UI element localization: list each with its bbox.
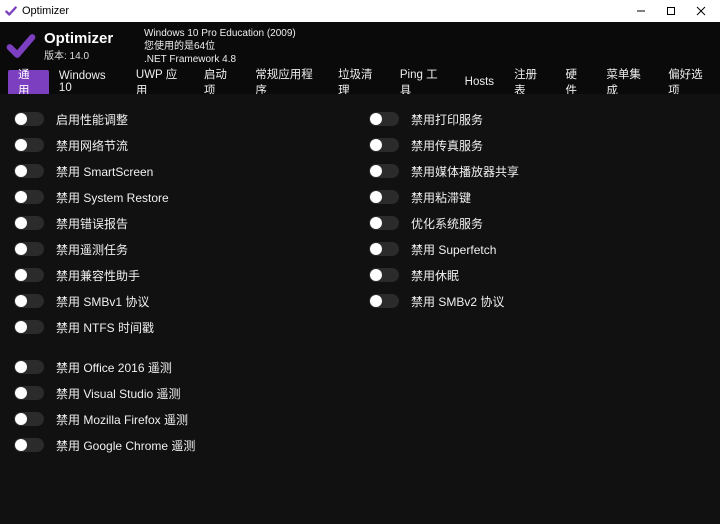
tab-6[interactable]: Ping 工具: [390, 70, 455, 94]
col2-label-2: 禁用媒体播放器共享: [411, 163, 519, 180]
col2-label-7: 禁用 SMBv2 协议: [411, 293, 504, 310]
col1-row-6: 禁用兼容性助手: [10, 262, 355, 288]
col2-row-7: 禁用 SMBv2 协议: [365, 288, 710, 314]
col1b-row-2: 禁用 Mozilla Firefox 遥测: [10, 406, 355, 432]
col1-toggle-8[interactable]: [14, 320, 44, 334]
col2-row-0: 禁用打印服务: [365, 106, 710, 132]
col1-toggle-4[interactable]: [14, 216, 44, 230]
col1-label-8: 禁用 NTFS 时间戳: [56, 319, 154, 336]
tabs: 通用Windows 10UWP 应用启动项常规应用程序垃圾清理Ping 工具Ho…: [0, 70, 720, 94]
col1-toggle-3[interactable]: [14, 190, 44, 204]
tab-1[interactable]: Windows 10: [49, 70, 126, 94]
col2-toggle-5[interactable]: [369, 242, 399, 256]
col1-toggle-6[interactable]: [14, 268, 44, 282]
col1b-row-0: 禁用 Office 2016 遥测: [10, 354, 355, 380]
col1-label-2: 禁用 SmartScreen: [56, 163, 153, 180]
minimize-button[interactable]: [626, 1, 656, 21]
col1-toggle-5[interactable]: [14, 242, 44, 256]
tab-9[interactable]: 硬件: [555, 70, 596, 94]
col2-toggle-2[interactable]: [369, 164, 399, 178]
col1-spacer: [10, 340, 355, 354]
window-title: Optimizer: [22, 5, 69, 17]
col1b-toggle-1[interactable]: [14, 386, 44, 400]
col1-toggle-1[interactable]: [14, 138, 44, 152]
tab-5[interactable]: 垃圾清理: [328, 70, 390, 94]
tab-7[interactable]: Hosts: [455, 70, 504, 94]
logo-check-icon: [6, 31, 36, 61]
col1-row-1: 禁用网络节流: [10, 132, 355, 158]
col1-toggle-0[interactable]: [14, 112, 44, 126]
col1b-label-1: 禁用 Visual Studio 遥测: [56, 385, 181, 402]
app-icon: [4, 4, 18, 18]
col1-label-5: 禁用遥测任务: [56, 241, 128, 258]
col1-label-1: 禁用网络节流: [56, 137, 128, 154]
col2-label-5: 禁用 Superfetch: [411, 241, 496, 258]
arch-line: 您使用的是64位: [144, 40, 296, 53]
col2-toggle-7[interactable]: [369, 294, 399, 308]
tab-2[interactable]: UWP 应用: [126, 70, 194, 94]
col1-row-0: 启用性能调整: [10, 106, 355, 132]
col1b-label-0: 禁用 Office 2016 遥测: [56, 359, 172, 376]
col2-label-3: 禁用粘滞键: [411, 189, 471, 206]
col2-row-2: 禁用媒体播放器共享: [365, 158, 710, 184]
system-info: Windows 10 Pro Education (2009) 您使用的是64位…: [144, 27, 296, 66]
col1b-row-1: 禁用 Visual Studio 遥测: [10, 380, 355, 406]
col1b-toggle-2[interactable]: [14, 412, 44, 426]
dotnet-line: .NET Framework 4.8: [144, 53, 296, 66]
content: 启用性能调整禁用网络节流禁用 SmartScreen 禁用 System Rest…: [0, 94, 720, 524]
tab-0[interactable]: 通用: [8, 70, 49, 94]
col2-row-4: 优化系统服务: [365, 210, 710, 236]
titlebar: Optimizer: [0, 0, 720, 22]
col2-toggle-3[interactable]: [369, 190, 399, 204]
col2-toggle-4[interactable]: [369, 216, 399, 230]
col2-label-6: 禁用休眠: [411, 267, 459, 284]
app-title-block: Optimizer 版本: 14.0: [44, 30, 113, 62]
col1-label-4: 禁用错误报告: [56, 215, 128, 232]
tab-10[interactable]: 菜单集成: [596, 70, 658, 94]
col2-row-5: 禁用 Superfetch: [365, 236, 710, 262]
col1b-label-2: 禁用 Mozilla Firefox 遥测: [56, 411, 188, 428]
tab-8[interactable]: 注册表: [504, 70, 555, 94]
col1-row-4: 禁用错误报告: [10, 210, 355, 236]
options-col-right: 禁用打印服务禁用传真服务禁用媒体播放器共享禁用粘滞键优化系统服务禁用 Super…: [365, 106, 710, 512]
col1-toggle-2[interactable]: [14, 164, 44, 178]
col2-label-4: 优化系统服务: [411, 215, 483, 232]
maximize-button[interactable]: [656, 1, 686, 21]
col2-label-1: 禁用传真服务: [411, 137, 483, 154]
col1-row-3: 禁用 System Restore: [10, 184, 355, 210]
col2-label-0: 禁用打印服务: [411, 111, 483, 128]
col2-row-3: 禁用粘滞键: [365, 184, 710, 210]
col1-label-7: 禁用 SMBv1 协议: [56, 293, 149, 310]
col1b-row-3: 禁用 Google Chrome 遥测: [10, 432, 355, 458]
col2-toggle-1[interactable]: [369, 138, 399, 152]
col1-label-0: 启用性能调整: [56, 111, 128, 128]
tab-4[interactable]: 常规应用程序: [245, 70, 328, 94]
tab-11[interactable]: 偏好选项: [658, 70, 720, 94]
col1b-toggle-0[interactable]: [14, 360, 44, 374]
tab-3[interactable]: 启动项: [194, 70, 245, 94]
col1-row-8: 禁用 NTFS 时间戳: [10, 314, 355, 340]
col1-toggle-7[interactable]: [14, 294, 44, 308]
header: Optimizer 版本: 14.0 Windows 10 Pro Educat…: [0, 22, 720, 70]
close-button[interactable]: [686, 1, 716, 21]
col1-row-7: 禁用 SMBv1 协议: [10, 288, 355, 314]
options-col-left: 启用性能调整禁用网络节流禁用 SmartScreen 禁用 System Rest…: [10, 106, 355, 512]
col1-row-5: 禁用遥测任务: [10, 236, 355, 262]
col2-row-1: 禁用传真服务: [365, 132, 710, 158]
col2-toggle-0[interactable]: [369, 112, 399, 126]
os-line: Windows 10 Pro Education (2009): [144, 27, 296, 40]
col2-row-6: 禁用休眠: [365, 262, 710, 288]
col1-label-6: 禁用兼容性助手: [56, 267, 140, 284]
col1-label-3: 禁用 System Restore: [56, 189, 169, 206]
logo-block: Optimizer 版本: 14.0: [6, 30, 136, 62]
col1b-toggle-3[interactable]: [14, 438, 44, 452]
app-version: 版本: 14.0: [44, 47, 113, 62]
col1-row-2: 禁用 SmartScreen: [10, 158, 355, 184]
col2-toggle-6[interactable]: [369, 268, 399, 282]
col1b-label-3: 禁用 Google Chrome 遥测: [56, 437, 195, 454]
app-name: Optimizer: [44, 30, 113, 47]
